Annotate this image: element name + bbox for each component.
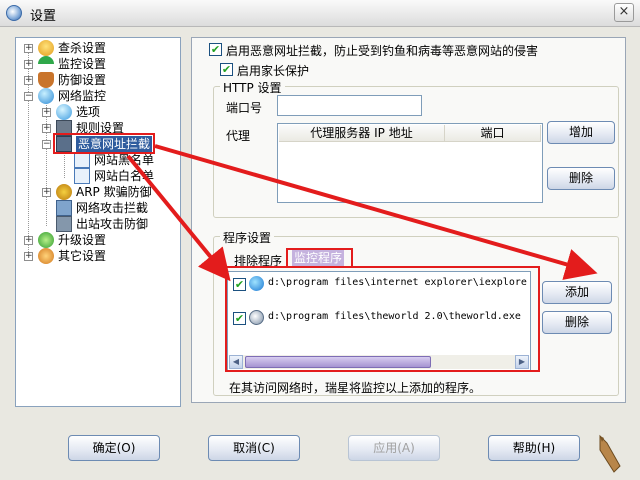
collapse-minus-icon[interactable]: − [42, 140, 51, 149]
tree-item-scan[interactable]: + 查杀设置 [16, 40, 176, 56]
settings-tree: + 查杀设置 + 监控设置 + 防御设置 − 网络监控 + 选项 + 规则设置 … [15, 37, 181, 407]
tree-item-label: ARP 欺骗防御 [76, 185, 152, 199]
tree-item-label: 出站攻击防御 [76, 217, 149, 231]
tree-item-options[interactable]: + 选项 [16, 104, 176, 120]
tree-item-label: 选项 [76, 105, 101, 119]
expand-plus-icon[interactable]: + [24, 252, 33, 261]
tree-item-network[interactable]: − 网络监控 [16, 88, 176, 104]
enable-block-label: 启用恶意网址拦截，防止受到钓鱼和病毒等恶意网站的侵害 [226, 44, 539, 58]
delete-proxy-button[interactable]: 删除 [547, 167, 615, 190]
port-input[interactable] [277, 95, 422, 116]
upgrade-icon [38, 232, 54, 248]
tree-item-monitor[interactable]: + 监控设置 [16, 56, 176, 72]
expand-plus-icon[interactable]: + [42, 124, 51, 133]
program-group-title: 程序设置 [220, 229, 275, 246]
outbound-icon [56, 216, 72, 232]
http-group-title: HTTP 设置 [220, 79, 285, 96]
collapse-minus-icon[interactable]: − [24, 92, 33, 101]
tree-item-blacklist[interactable]: 网站黑名单 [16, 152, 176, 168]
app-logo-icon [6, 5, 22, 21]
attack-block-icon [56, 200, 72, 216]
expand-plus-icon[interactable]: + [24, 236, 33, 245]
defense-shield-icon [38, 72, 54, 88]
tree-item-label: 防御设置 [58, 73, 107, 87]
apply-button[interactable]: 应用(A) [348, 435, 440, 461]
tree-item-label: 网站白名单 [94, 169, 155, 183]
tree-item-label: 网络监控 [58, 89, 107, 103]
proxy-list[interactable]: 代理服务器 IP 地址 端口 [277, 123, 543, 203]
tree-item-label: 升级设置 [58, 233, 107, 247]
expand-plus-icon[interactable]: + [24, 44, 33, 53]
whitelist-icon [74, 168, 90, 184]
title-bar: 设置 × [0, 0, 640, 27]
tree-item-attack-block[interactable]: 网络攻击拦截 [16, 200, 176, 216]
annotation-highlight-tree [53, 133, 155, 154]
blacklist-icon [74, 152, 90, 168]
tree-item-whitelist[interactable]: 网站白名单 [16, 168, 176, 184]
tree-item-label: 查杀设置 [58, 41, 107, 55]
add-proxy-button[interactable]: 增加 [547, 121, 615, 144]
proxy-port-column-header[interactable]: 端口 [445, 125, 541, 142]
tree-item-other[interactable]: + 其它设置 [16, 248, 176, 264]
expand-plus-icon[interactable]: + [24, 76, 33, 85]
expand-plus-icon[interactable]: + [42, 188, 51, 197]
proxy-ip-column-header[interactable]: 代理服务器 IP 地址 [279, 125, 445, 142]
annotation-highlight-tab [286, 248, 353, 268]
tree-item-label: 其它设置 [58, 249, 107, 263]
delete-program-button[interactable]: 删除 [542, 311, 612, 334]
network-globe-icon [38, 88, 54, 104]
bullet-icon [599, 434, 621, 473]
expand-plus-icon[interactable]: + [24, 60, 33, 69]
tree-item-upgrade[interactable]: + 升级设置 [16, 232, 176, 248]
parental-checkbox[interactable]: ✔ [220, 63, 233, 76]
shield-scan-icon [38, 40, 54, 56]
tree-item-defense[interactable]: + 防御设置 [16, 72, 176, 88]
other-settings-icon [38, 248, 54, 264]
window-title: 设置 [30, 9, 57, 24]
proxy-label: 代理 [226, 129, 251, 143]
arp-icon [56, 184, 72, 200]
cancel-button[interactable]: 取消(C) [208, 435, 300, 461]
ok-button[interactable]: 确定(O) [68, 435, 160, 461]
umbrella-icon [38, 56, 54, 72]
annotation-highlight-program-list [225, 266, 540, 372]
add-program-button[interactable]: 添加 [542, 281, 612, 304]
tree-item-label: 监控设置 [58, 57, 107, 71]
http-group: HTTP 设置 端口号 代理 代理服务器 IP 地址 端口 增加 删除 [213, 79, 619, 218]
close-button[interactable]: × [614, 3, 634, 22]
tree-item-label: 网站黑名单 [94, 153, 155, 167]
tree-item-arp[interactable]: + ARP 欺骗防御 [16, 184, 176, 200]
help-button[interactable]: 帮助(H) [488, 435, 580, 461]
enable-block-checkbox[interactable]: ✔ [209, 43, 222, 56]
tree-item-label: 网络攻击拦截 [76, 201, 149, 215]
parental-label: 启用家长保护 [237, 64, 310, 78]
options-globe-icon [56, 104, 72, 120]
monitor-note: 在其访问网络时，瑞星将监控以上添加的程序。 [229, 381, 482, 395]
tree-item-outbound[interactable]: 出站攻击防御 [16, 216, 176, 232]
expand-plus-icon[interactable]: + [42, 108, 51, 117]
port-label: 端口号 [226, 101, 263, 115]
